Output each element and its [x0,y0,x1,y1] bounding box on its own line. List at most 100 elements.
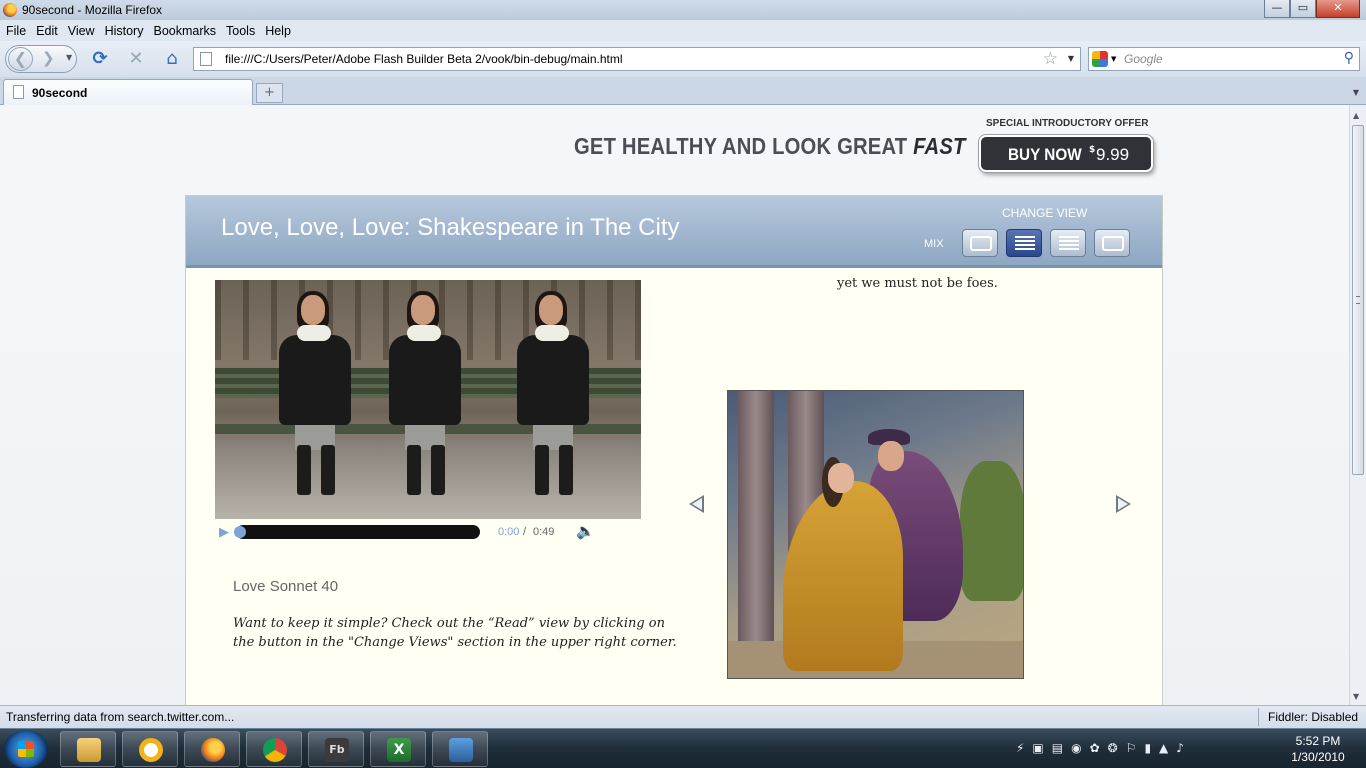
tab-label: 90second [32,86,88,100]
price-value: 9.99 [1096,145,1130,164]
firefox-icon [3,3,17,17]
flash-builder-icon: Fb [325,738,349,762]
scroll-down-arrow[interactable]: ▼ [1353,692,1359,701]
seek-handle[interactable] [234,526,246,538]
fiddler-status[interactable]: Fiddler: Disabled [1268,710,1358,724]
system-tray-icons[interactable]: ⚡▣▤◉✿❂⚐▮▲♪ [1016,741,1192,755]
list-all-tabs-icon[interactable]: ▼ [1348,83,1364,103]
mix-view-icon [1015,236,1035,251]
taskbar-chrome[interactable] [246,731,302,767]
video-figure [385,291,465,500]
offer-label: SPECIAL INTRODUCTORY OFFER [986,118,1149,129]
history-dropdown-icon[interactable]: ▼ [66,53,72,62]
back-forward-group: ❮ ❯ ▼ [5,45,77,73]
menu-tools[interactable]: Tools [226,24,255,38]
video-figure [275,291,355,500]
sonnet-title: Love Sonnet 40 [233,578,339,595]
price-currency: $ [1089,145,1096,155]
taskbar-flash-builder[interactable]: Fb [308,731,364,767]
time-total: 0:49 [533,526,555,538]
search-icon[interactable]: ⚲ [1344,50,1354,66]
taskbar-explorer[interactable] [60,731,116,767]
menu-file[interactable]: File [6,24,26,38]
menu-edit[interactable]: Edit [36,24,58,38]
bookmark-star-icon[interactable]: ☆ [1043,49,1058,69]
menu-view[interactable]: View [68,24,95,38]
taskbar-remote-desktop[interactable] [432,731,488,767]
google-icon[interactable] [1092,51,1108,67]
taskbar-clock[interactable]: 5:52 PM 1/30/2010 [1282,733,1354,765]
text-view-icon [1059,236,1079,251]
page-viewport: GET HEALTHY AND LOOK GREAT FAST SPECIAL … [0,105,1349,705]
window-title-bar: 90second - Mozilla Firefox — ▭ ✕ [0,0,1366,20]
menu-history[interactable]: History [105,24,144,38]
tab-90second[interactable]: 90second [3,79,253,105]
book-view-button[interactable] [1094,229,1130,257]
watch-view-button[interactable] [962,229,998,257]
scroll-up-arrow[interactable]: ▲ [1353,111,1359,120]
video-figure [513,291,593,500]
window-title: 90second - Mozilla Firefox [22,3,163,17]
buy-now-button[interactable]: BUY NOW $ 9.99 [979,135,1153,172]
back-button[interactable]: ❮ [8,47,33,71]
search-input[interactable]: Google [1124,52,1163,66]
firefox-icon [201,738,225,762]
next-page-arrow[interactable] [1116,495,1131,513]
illustration-image [727,390,1024,679]
minimize-button[interactable]: — [1264,0,1290,18]
book-view-icon [1102,236,1124,251]
book-panel: Love, Love, Love: Shakespeare in The Cit… [185,195,1163,705]
home-button[interactable]: ⌂ [160,47,184,71]
taskbar-excel[interactable]: X [370,731,426,767]
search-bar[interactable]: ▼ Google ⚲ [1088,47,1360,71]
previous-page-arrow[interactable] [689,495,704,513]
clock-icon [139,738,163,762]
mix-view-button[interactable] [1006,229,1042,257]
menu-help[interactable]: Help [265,24,291,38]
windows-taskbar: Fb X ⚡▣▤◉✿❂⚐▮▲♪ 5:52 PM 1/30/2010 [0,728,1366,768]
status-bar: Transferring data from search.twitter.co… [0,705,1366,728]
clock-time: 5:52 PM [1295,734,1341,748]
close-window-button[interactable]: ✕ [1316,0,1360,18]
menu-bookmarks[interactable]: Bookmarks [153,24,216,38]
search-engine-dropdown-icon[interactable]: ▼ [1111,55,1116,63]
chrome-icon [263,738,287,762]
play-icon[interactable]: ▶ [219,525,229,540]
vertical-scrollbar[interactable]: ▲ ▼ [1349,105,1366,705]
start-button[interactable] [4,730,48,768]
taskbar-outlook[interactable] [122,731,178,767]
book-title: Love, Love, Love: Shakespeare in The Cit… [221,214,680,241]
stop-button[interactable]: ✕ [124,47,148,71]
forward-button[interactable]: ❯ [42,49,55,67]
tab-bar: 90second + ▼ [0,77,1366,105]
navigation-toolbar: ❮ ❯ ▼ ⟳ ✕ ⌂ file:///C:/Users/Peter/Adobe… [0,41,1366,77]
change-view-label: CHANGE VIEW [1002,206,1088,220]
url-dropdown-icon[interactable]: ▼ [1068,54,1074,63]
read-view-button[interactable] [1050,229,1086,257]
reload-button[interactable]: ⟳ [88,47,112,71]
page-icon [13,85,24,99]
verse-text: yet we must not be foes. [837,276,998,291]
new-tab-button[interactable]: + [256,83,283,103]
time-separator: / [523,526,527,538]
folder-icon [77,738,101,762]
scrollbar-thumb[interactable] [1352,125,1364,475]
menu-bar: File Edit View History Bookmarks Tools H… [0,20,1366,41]
status-text: Transferring data from search.twitter.co… [6,710,235,724]
maximize-button[interactable]: ▭ [1290,0,1316,18]
video-player[interactable] [215,280,641,519]
tip-text: Want to keep it simple? Check out the “R… [233,616,677,650]
taskbar-firefox[interactable] [184,731,240,767]
mix-label: MIX [924,238,944,250]
address-bar[interactable]: file:///C:/Users/Peter/Adobe Flash Build… [193,47,1081,71]
windows-logo-icon [18,741,34,757]
time-current: 0:00 [498,526,520,538]
volume-icon[interactable]: 🔈 [576,522,595,540]
window-icon [449,738,473,762]
buy-now-label: BUY NOW [1008,145,1082,164]
page-headline: GET HEALTHY AND LOOK GREAT FAST [574,133,966,159]
book-header: Love, Love, Love: Shakespeare in The Cit… [186,196,1162,268]
seek-bar[interactable] [234,525,480,539]
video-view-icon [970,236,992,251]
address-input[interactable]: file:///C:/Users/Peter/Adobe Flash Build… [225,52,623,66]
